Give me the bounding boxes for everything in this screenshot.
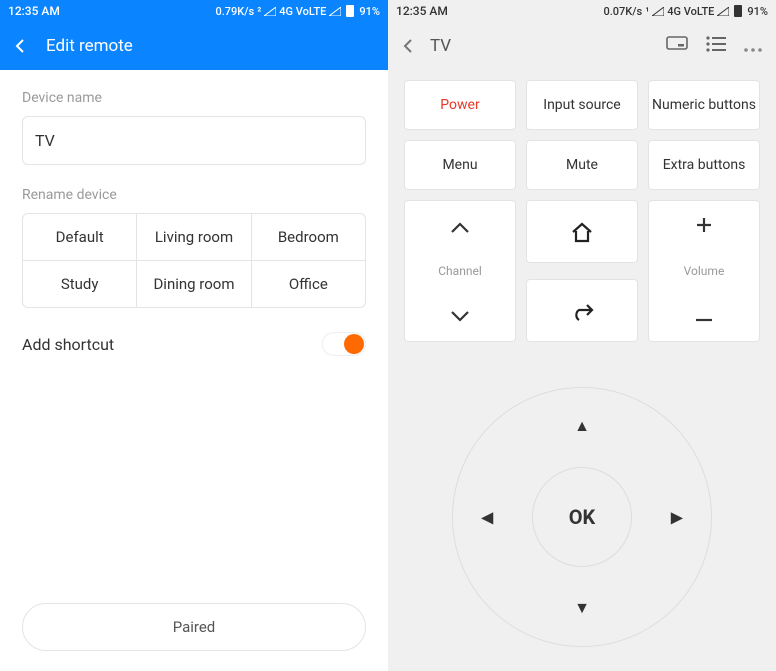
volume-rocker: Volume: [648, 200, 760, 342]
add-shortcut-toggle[interactable]: [322, 332, 366, 356]
ok-button[interactable]: OK: [532, 467, 632, 567]
volume-down-icon[interactable]: [695, 303, 713, 327]
caption-icon[interactable]: [666, 36, 688, 56]
signal-icon: [264, 7, 276, 16]
menu-button[interactable]: Menu: [404, 140, 516, 190]
body: Power Input source Numeric buttons Menu …: [388, 70, 776, 671]
rename-option-default[interactable]: Default: [23, 214, 136, 260]
home-icon: [570, 221, 594, 243]
volume-up-icon[interactable]: [695, 215, 713, 239]
page-title: TV: [430, 36, 652, 56]
dpad-right-icon[interactable]: ▶: [671, 507, 683, 526]
status-bar: 12:35 AM 0.07K/s ¹ 4G VoLTE 91%: [388, 0, 776, 22]
return-icon: [570, 301, 594, 321]
screen-edit-remote: 12:35 AM 0.79K/s ² 4G VoLTE 91% Edit rem…: [0, 0, 388, 671]
dpad: ▲ ▼ ◀ ▶ OK: [404, 352, 760, 671]
numeric-buttons-button[interactable]: Numeric buttons: [648, 80, 760, 130]
back-icon[interactable]: [14, 34, 28, 58]
dpad-up-icon[interactable]: ▲: [574, 416, 590, 436]
channel-label: Channel: [438, 264, 481, 278]
header: TV: [388, 22, 776, 70]
channel-up-icon[interactable]: [450, 215, 470, 239]
channel-rocker: Channel: [404, 200, 516, 342]
rename-option-dining-room[interactable]: Dining room: [136, 261, 250, 307]
screen-remote-tv: 12:35 AM 0.07K/s ¹ 4G VoLTE 91% TV: [388, 0, 776, 671]
back-icon[interactable]: [402, 34, 416, 58]
page-title: Edit remote: [46, 36, 133, 56]
extra-buttons-button[interactable]: Extra buttons: [648, 140, 760, 190]
add-shortcut-row: Add shortcut: [22, 328, 366, 360]
status-right: 0.07K/s ¹ 4G VoLTE 91%: [604, 5, 769, 18]
back-button[interactable]: [526, 279, 638, 342]
signal-icon: [652, 7, 664, 16]
status-right: 0.79K/s ² 4G VoLTE 91%: [216, 5, 381, 18]
signal-icon: [329, 7, 341, 16]
list-icon[interactable]: [706, 36, 726, 56]
battery-icon: [734, 5, 742, 17]
home-button[interactable]: [526, 200, 638, 263]
input-source-button[interactable]: Input source: [526, 80, 638, 130]
signal-icon: [717, 7, 729, 16]
status-time: 12:35 AM: [8, 4, 60, 18]
body: Device name Rename device Default Living…: [0, 70, 388, 671]
mute-button[interactable]: Mute: [526, 140, 638, 190]
volume-label: Volume: [684, 264, 725, 278]
rename-grid: Default Living room Bedroom Study Dining…: [22, 213, 366, 308]
rename-label: Rename device: [22, 187, 366, 203]
battery-icon: [346, 5, 354, 17]
header: Edit remote: [0, 22, 388, 70]
dpad-down-icon[interactable]: ▼: [574, 598, 590, 618]
add-shortcut-label: Add shortcut: [22, 335, 114, 354]
status-time: 12:35 AM: [396, 4, 448, 18]
power-button[interactable]: Power: [404, 80, 516, 130]
device-name-input[interactable]: [22, 116, 366, 165]
rename-option-living-room[interactable]: Living room: [136, 214, 250, 260]
rename-option-bedroom[interactable]: Bedroom: [251, 214, 365, 260]
device-name-label: Device name: [22, 90, 366, 106]
rename-option-study[interactable]: Study: [23, 261, 136, 307]
rename-option-office[interactable]: Office: [251, 261, 365, 307]
more-icon[interactable]: [744, 37, 762, 56]
paired-button[interactable]: Paired: [22, 603, 366, 651]
dpad-left-icon[interactable]: ◀: [481, 507, 493, 526]
status-bar: 12:35 AM 0.79K/s ² 4G VoLTE 91%: [0, 0, 388, 22]
channel-down-icon[interactable]: [450, 303, 470, 327]
